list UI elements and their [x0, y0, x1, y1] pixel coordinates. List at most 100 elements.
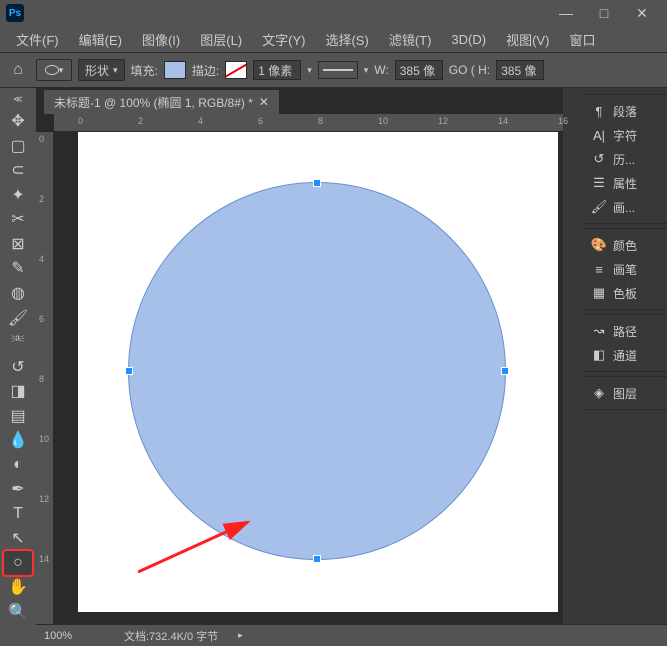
move-tool[interactable]: ✥	[4, 109, 32, 134]
gradient-tool[interactable]: ▤	[4, 403, 32, 428]
stroke-width-field[interactable]: 1 像素	[253, 60, 301, 80]
fill-label: 填充:	[131, 62, 158, 79]
ellipse-shape[interactable]	[128, 182, 506, 560]
chevron-down-icon[interactable]: ▾	[364, 65, 369, 76]
chevron-down-icon: ▾	[59, 65, 64, 76]
eraser-tool[interactable]: ◨	[4, 379, 32, 404]
brush-tool[interactable]: 🖌	[4, 305, 32, 330]
line-icon	[323, 69, 353, 71]
menu-edit[interactable]: 编辑(E)	[69, 30, 132, 49]
character-icon: A|	[591, 127, 607, 143]
chevron-down-icon: ▾	[113, 65, 118, 76]
toolbox: ≪ ✥ ▢ ⊂ ✦ ✂ ⊠ ✎ ◍ 🖌 ⎃ ↺ ◨ ▤ 💧 ◐ ✒ T ↖ ○ …	[0, 88, 36, 624]
panel-channels[interactable]: ◧通道	[585, 343, 667, 367]
status-bar: 100% 文档:732.4K/0 字节 ▸	[36, 624, 667, 646]
ruler-vertical[interactable]: 0 2 4 6 8 10 12 14	[36, 132, 54, 624]
dodge-tool[interactable]: ◐	[4, 452, 32, 477]
swatches-icon: ▦	[591, 285, 607, 301]
panel-swatches[interactable]: ▦色板	[585, 281, 667, 305]
home-button[interactable]: ⌂	[6, 58, 30, 82]
menu-file[interactable]: 文件(F)	[6, 30, 69, 49]
zoom-tool[interactable]: 🔍	[4, 600, 32, 625]
path-selection-tool[interactable]: ↖	[4, 526, 32, 551]
transform-handle-left[interactable]	[125, 367, 133, 375]
menu-layer[interactable]: 图层(L)	[190, 30, 252, 49]
healing-brush-tool[interactable]: ◍	[4, 281, 32, 306]
chevron-down-icon[interactable]: ▾	[307, 65, 312, 76]
panels-column: ¶段落 A|字符 ↺历... ☰属性 🖌画... 🎨颜色 ≡画笔 ▦色板 ↝路径…	[585, 88, 667, 624]
chevron-right-icon[interactable]: ▸	[238, 630, 243, 641]
menu-image[interactable]: 图像(I)	[132, 30, 190, 49]
stroke-swatch[interactable]	[225, 61, 247, 79]
brushes-icon: ≡	[591, 261, 607, 277]
ruler-horizontal[interactable]: 0 2 4 6 8 10 12 14 16	[54, 114, 563, 132]
menu-view[interactable]: 视图(V)	[496, 30, 559, 49]
fill-swatch[interactable]	[164, 61, 186, 79]
stroke-style-picker[interactable]	[318, 61, 358, 79]
menu-3d[interactable]: 3D(D)	[441, 32, 496, 47]
history-brush-tool[interactable]: ↺	[4, 354, 32, 379]
canvas[interactable]	[78, 132, 558, 612]
transform-handle-right[interactable]	[501, 367, 509, 375]
right-dock-strip[interactable]	[563, 88, 585, 624]
document-size[interactable]: 文档:732.4K/0 字节	[124, 628, 218, 644]
type-tool[interactable]: T	[4, 502, 32, 527]
magic-wand-tool[interactable]: ✦	[4, 183, 32, 208]
minimize-button[interactable]: —	[547, 0, 585, 26]
panel-color[interactable]: 🎨颜色	[585, 233, 667, 257]
zoom-level[interactable]: 100%	[44, 630, 104, 642]
width-label: W:	[374, 63, 388, 77]
close-tab-icon[interactable]: ✕	[259, 95, 269, 109]
panel-paths[interactable]: ↝路径	[585, 319, 667, 343]
eyedropper-tool[interactable]: ✎	[4, 256, 32, 281]
menu-select[interactable]: 选择(S)	[315, 30, 378, 49]
document-tab-strip: 未标题-1 @ 100% (椭圆 1, RGB/8#) * ✕	[36, 88, 563, 114]
panel-character[interactable]: A|字符	[585, 123, 667, 147]
menu-type[interactable]: 文字(Y)	[252, 30, 315, 49]
menu-window[interactable]: 窗口	[559, 30, 605, 49]
close-button[interactable]: ✕	[623, 0, 661, 26]
title-bar: Ps — □ ✕	[0, 0, 667, 26]
canvas-viewport[interactable]	[54, 132, 563, 624]
panel-properties[interactable]: ☰属性	[585, 171, 667, 195]
color-icon: 🎨	[591, 237, 607, 253]
stroke-label: 描边:	[192, 62, 219, 79]
blur-tool[interactable]: 💧	[4, 428, 32, 453]
layers-icon: ◈	[591, 385, 607, 401]
history-icon: ↺	[591, 151, 607, 167]
crop-tool[interactable]: ✂	[4, 207, 32, 232]
shape-tool[interactable]: ○	[4, 551, 32, 576]
transform-handle-top[interactable]	[313, 179, 321, 187]
tool-mode-select[interactable]: 形状 ▾	[78, 59, 125, 81]
lasso-tool[interactable]: ⊂	[4, 158, 32, 183]
tool-preset-picker[interactable]: ▾	[36, 59, 72, 81]
collapse-toolbar-icon[interactable]: ≪	[13, 94, 22, 105]
clone-stamp-tool[interactable]: ⎃	[4, 330, 32, 355]
ellipse-icon	[45, 65, 59, 75]
paths-icon: ↝	[591, 323, 607, 339]
app-logo: Ps	[6, 4, 24, 22]
height-field[interactable]: 385 像	[496, 60, 544, 80]
panel-paragraph[interactable]: ¶段落	[585, 99, 667, 123]
transform-handle-bottom[interactable]	[313, 555, 321, 563]
menu-filter[interactable]: 滤镜(T)	[379, 30, 442, 49]
paragraph-icon: ¶	[591, 103, 607, 119]
panel-brush-settings[interactable]: 🖌画...	[585, 195, 667, 219]
frame-tool[interactable]: ⊠	[4, 232, 32, 257]
brush-settings-icon: 🖌	[591, 199, 607, 215]
link-label: GO ( H:	[449, 63, 490, 77]
pen-tool[interactable]: ✒	[4, 477, 32, 502]
document-tab[interactable]: 未标题-1 @ 100% (椭圆 1, RGB/8#) * ✕	[44, 90, 279, 114]
maximize-button[interactable]: □	[585, 0, 623, 26]
hand-tool[interactable]: ✋	[4, 575, 32, 600]
channels-icon: ◧	[591, 347, 607, 363]
marquee-tool[interactable]: ▢	[4, 134, 32, 159]
panel-history[interactable]: ↺历...	[585, 147, 667, 171]
panel-brushes[interactable]: ≡画笔	[585, 257, 667, 281]
tool-mode-label: 形状	[85, 62, 109, 79]
menu-bar: 文件(F) 编辑(E) 图像(I) 图层(L) 文字(Y) 选择(S) 滤镜(T…	[0, 26, 667, 52]
width-field[interactable]: 385 像	[395, 60, 443, 80]
document-area: 未标题-1 @ 100% (椭圆 1, RGB/8#) * ✕ 0 2 4 6 …	[36, 88, 563, 624]
options-bar: ⌂ ▾ 形状 ▾ 填充: 描边: 1 像素 ▾ ▾ W: 385 像 GO ( H…	[0, 52, 667, 88]
panel-layers[interactable]: ◈图层	[585, 381, 667, 405]
